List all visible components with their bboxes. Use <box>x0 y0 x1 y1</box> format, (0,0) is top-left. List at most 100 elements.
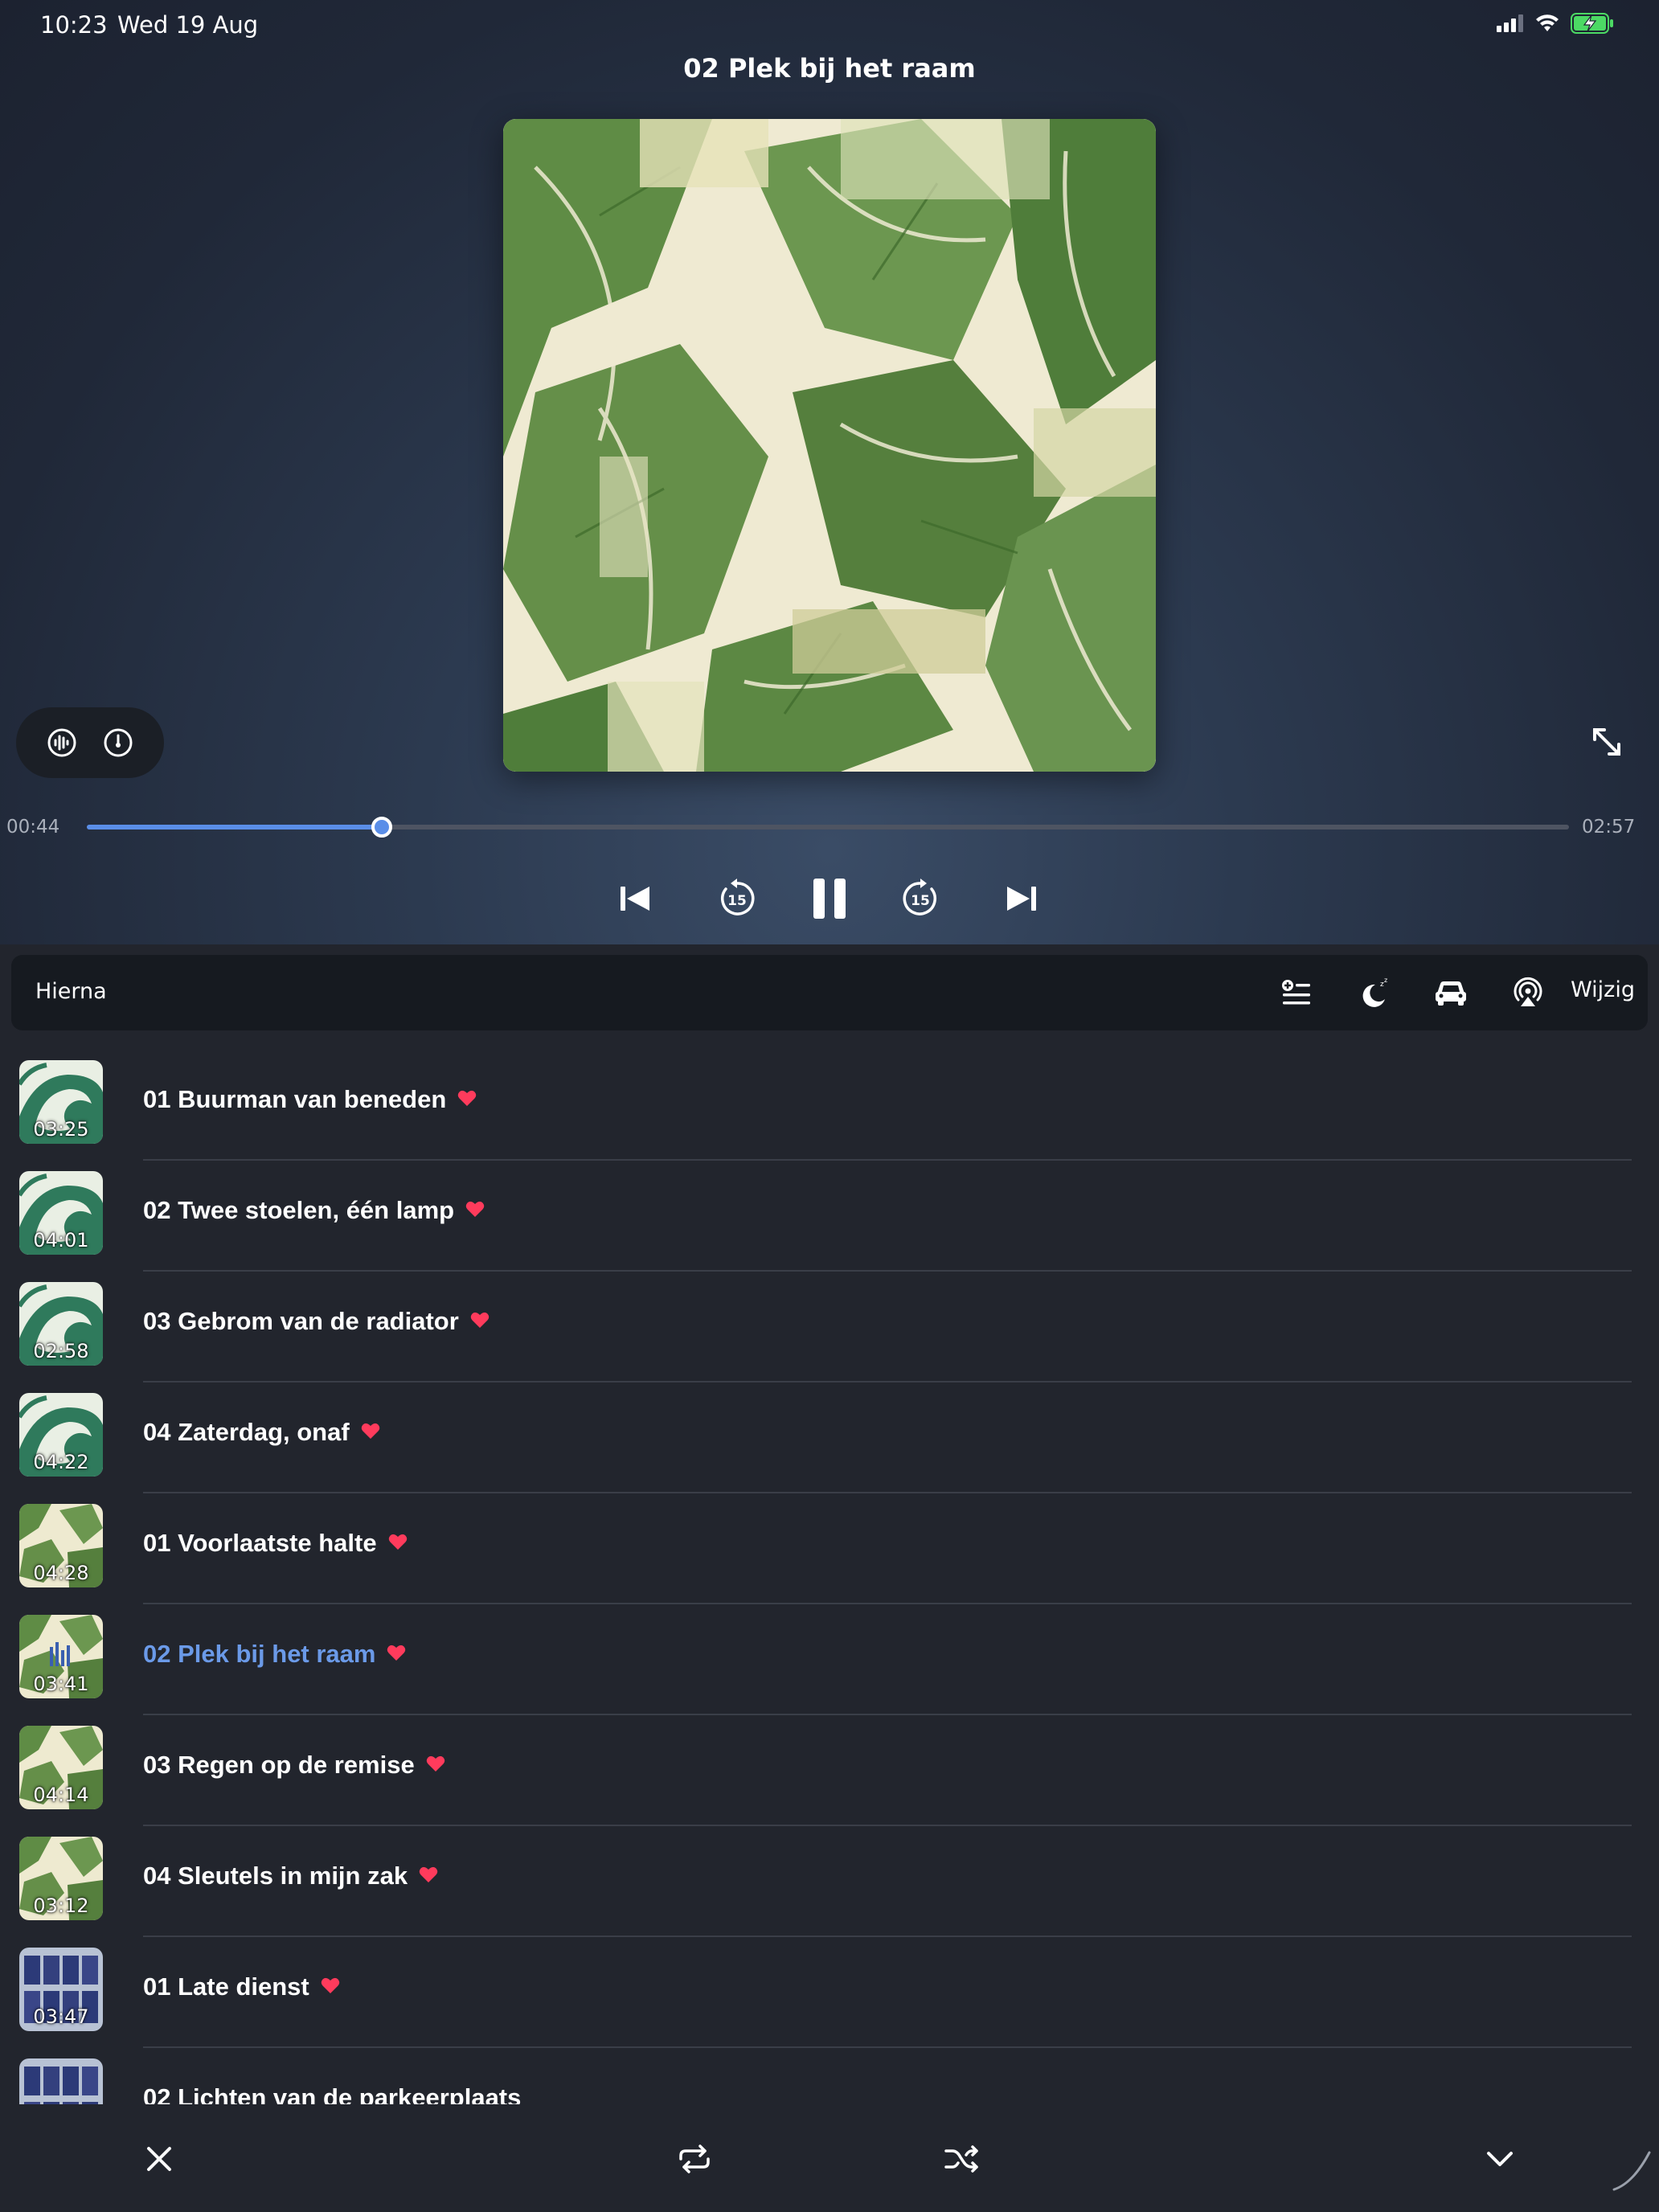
now-playing-panel: 10:23 Wed 19 Aug 02 Plek bij het raam 00… <box>0 0 1659 944</box>
track-row[interactable]: 04:28 01 Voorlaatste halte <box>0 1493 1659 1604</box>
sleep-timer-icon[interactable]: z z <box>1354 973 1394 1013</box>
track-title: 02 Twee stoelen, één lamp <box>143 1196 455 1224</box>
status-icons <box>1497 13 1614 34</box>
track-thumbnail: 03:47 <box>19 1948 103 2031</box>
track-title-wrap: 02 Plek bij het raam <box>143 1640 406 1669</box>
track-title-wrap: 04 Sleutels in mijn zak <box>143 1862 438 1890</box>
now-playing-title: 02 Plek bij het raam <box>683 53 976 84</box>
status-bar: 10:23 Wed 19 Aug <box>0 0 1659 51</box>
track-row[interactable]: 04:01 02 Twee stoelen, één lamp <box>0 1161 1659 1272</box>
chevron-down-icon[interactable] <box>1477 2136 1522 2181</box>
resize-grip-icon <box>1612 2151 1651 2191</box>
waveform-icon[interactable] <box>46 727 78 759</box>
track-duration: 03:25 <box>33 1118 89 1141</box>
heart-icon[interactable] <box>426 1755 445 1772</box>
cellular-signal-icon <box>1497 14 1523 32</box>
heart-icon[interactable] <box>361 1422 380 1440</box>
now-playing-bars-icon <box>50 1642 70 1666</box>
track-title-wrap: 04 Zaterdag, onaf <box>143 1418 380 1447</box>
track-row[interactable]: 02 Lichten van de parkeerplaats <box>0 2048 1659 2104</box>
track-title: 04 Zaterdag, onaf <box>143 1418 350 1446</box>
track-title-wrap: 01 Late dienst <box>143 1972 340 2001</box>
track-list: 03:25 01 Buurman van beneden 04:01 02 Twee … <box>0 1050 1659 2104</box>
track-duration: 02:58 <box>33 1340 89 1362</box>
repeat-icon[interactable] <box>672 2136 717 2181</box>
track-title-wrap: 03 Regen op de remise <box>143 1751 445 1780</box>
album-artwork-image <box>503 119 1156 772</box>
track-thumbnail: 04:22 <box>19 1393 103 1477</box>
track-duration: 03:12 <box>33 1895 89 1917</box>
track-row-current[interactable]: 03:41 02 Plek bij het raam <box>0 1604 1659 1715</box>
album-thumbnail-image <box>19 2058 103 2104</box>
track-duration: 04:01 <box>33 1229 89 1251</box>
forward-15-icon[interactable]: 15 <box>890 868 951 929</box>
track-thumbnail: 03:12 <box>19 1837 103 1920</box>
track-thumbnail <box>19 2058 103 2104</box>
svg-text:z: z <box>1384 977 1387 984</box>
edit-queue-button[interactable]: Wijzig <box>1571 977 1635 1002</box>
track-duration: 03:41 <box>33 1673 89 1695</box>
track-row[interactable]: 03:25 01 Buurman van beneden <box>0 1050 1659 1161</box>
track-thumbnail: 03:25 <box>19 1060 103 1144</box>
track-row[interactable]: 04:14 03 Regen op de remise <box>0 1715 1659 1826</box>
progress-slider[interactable] <box>87 817 1569 838</box>
track-title-wrap: 03 Gebrom van de radiator <box>143 1307 490 1336</box>
track-duration: 04:22 <box>33 1451 89 1473</box>
queue-header: Hierna z z Wijzig <box>11 955 1648 1030</box>
progress-fill <box>87 825 382 830</box>
heart-icon[interactable] <box>470 1311 490 1329</box>
bottom-toolbar <box>0 2104 1659 2212</box>
track-row[interactable]: 04:22 04 Zaterdag, onaf <box>0 1382 1659 1493</box>
track-title: 02 Plek bij het raam <box>143 1640 376 1668</box>
rewind-15-icon[interactable]: 15 <box>707 868 768 929</box>
airplay-icon[interactable] <box>1508 973 1548 1013</box>
svg-text:15: 15 <box>911 893 930 909</box>
shuffle-icon[interactable] <box>940 2136 985 2181</box>
heart-icon[interactable] <box>457 1089 477 1107</box>
track-row[interactable]: 03:12 04 Sleutels in mijn zak <box>0 1826 1659 1937</box>
track-thumbnail: 03:41 <box>19 1615 103 1698</box>
heart-icon[interactable] <box>388 1533 408 1550</box>
speed-dial-icon[interactable] <box>102 727 134 759</box>
track-title: 01 Voorlaatste halte <box>143 1529 377 1557</box>
progress-knob[interactable] <box>371 817 392 838</box>
track-row[interactable]: 02:58 03 Gebrom van de radiator <box>0 1272 1659 1382</box>
track-title: 03 Regen op de remise <box>143 1751 415 1779</box>
expand-arrows-icon[interactable] <box>1588 723 1625 760</box>
track-title-wrap: 02 Lichten van de parkeerplaats <box>143 2083 521 2104</box>
audio-options-pill <box>16 707 164 778</box>
track-title-wrap: 02 Twee stoelen, één lamp <box>143 1196 485 1225</box>
battery-charging-icon <box>1571 13 1613 34</box>
skip-next-icon[interactable] <box>991 868 1052 929</box>
track-thumbnail: 04:28 <box>19 1504 103 1587</box>
queue-label: Hierna <box>35 979 107 1004</box>
track-duration: 04:14 <box>33 1784 89 1806</box>
track-title: 01 Buurman van beneden <box>143 1085 447 1113</box>
car-mode-icon[interactable] <box>1431 973 1471 1013</box>
time-total: 02:57 <box>1582 817 1636 838</box>
track-title: 03 Gebrom van de radiator <box>143 1307 459 1335</box>
close-icon[interactable] <box>137 2136 182 2181</box>
wifi-icon <box>1536 14 1559 31</box>
heart-icon[interactable] <box>465 1200 485 1218</box>
svg-text:15: 15 <box>727 893 747 909</box>
pause-icon[interactable] <box>799 868 860 929</box>
track-thumbnail: 02:58 <box>19 1282 103 1366</box>
skip-previous-icon[interactable] <box>604 868 666 929</box>
transport-controls: 15 15 <box>0 868 1659 929</box>
track-row[interactable]: 03:47 01 Late dienst <box>0 1937 1659 2048</box>
track-title-wrap: 01 Voorlaatste halte <box>143 1529 408 1558</box>
track-title: 01 Late dienst <box>143 1972 309 2001</box>
heart-icon[interactable] <box>419 1866 438 1883</box>
status-date: Wed 19 Aug <box>117 11 259 39</box>
heart-icon[interactable] <box>387 1644 406 1661</box>
add-list-icon[interactable] <box>1276 973 1317 1013</box>
track-duration: 03:47 <box>33 2005 89 2028</box>
time-elapsed: 00:44 <box>6 817 60 838</box>
track-title: 04 Sleutels in mijn zak <box>143 1862 408 1890</box>
track-title-wrap: 01 Buurman van beneden <box>143 1085 477 1114</box>
track-thumbnail: 04:01 <box>19 1171 103 1255</box>
heart-icon[interactable] <box>321 1976 340 1994</box>
status-time: 10:23 <box>40 11 108 39</box>
track-duration: 04:28 <box>33 1562 89 1584</box>
